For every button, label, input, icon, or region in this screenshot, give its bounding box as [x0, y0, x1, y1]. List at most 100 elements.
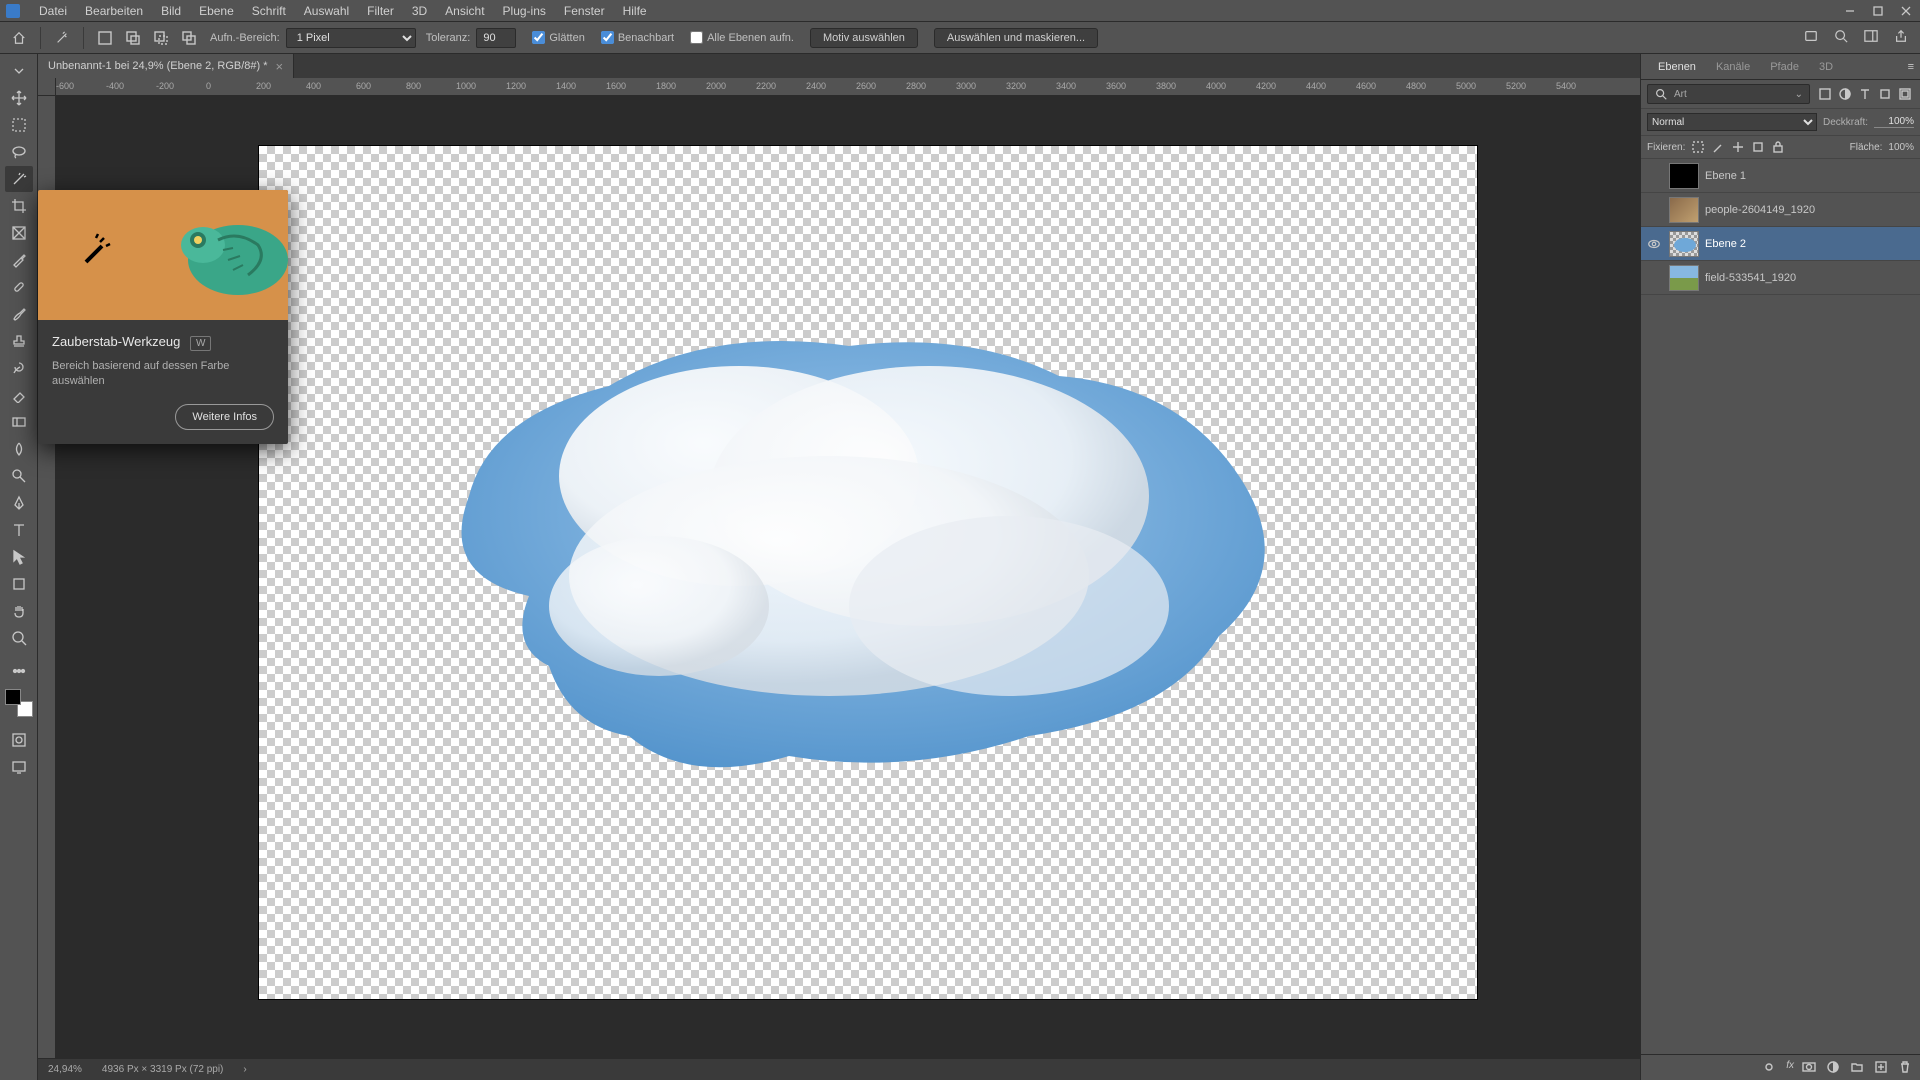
menu-hilfe[interactable]: Hilfe: [614, 0, 656, 22]
layer-fx-icon[interactable]: fx: [1786, 1060, 1794, 1076]
selection-subtract-icon[interactable]: [150, 27, 172, 49]
opacity-value[interactable]: 100%: [1874, 116, 1914, 128]
crop-tool[interactable]: [5, 193, 33, 219]
gradient-tool[interactable]: [5, 409, 33, 435]
tab-kanaele[interactable]: Kanäle: [1707, 57, 1759, 77]
marquee-tool[interactable]: [5, 112, 33, 138]
menu-ansicht[interactable]: Ansicht: [436, 0, 493, 22]
visibility-toggle[interactable]: [1645, 237, 1663, 251]
all-layers-checkbox[interactable]: [690, 31, 703, 44]
canvas[interactable]: [56, 96, 1640, 1058]
ruler-horizontal[interactable]: -600-400-2000200400600800100012001400160…: [56, 78, 1640, 96]
layer-name[interactable]: field-533541_1920: [1705, 272, 1796, 284]
selection-intersect-icon[interactable]: [178, 27, 200, 49]
layer-row[interactable]: Ebene 2: [1641, 227, 1920, 261]
zoom-display[interactable]: 24,94%: [48, 1064, 82, 1075]
tab-pfade[interactable]: Pfade: [1761, 57, 1808, 77]
filter-type-icon[interactable]: [1856, 85, 1874, 103]
menu-3d[interactable]: 3D: [403, 0, 436, 22]
menu-fenster[interactable]: Fenster: [555, 0, 614, 22]
stamp-tool[interactable]: [5, 328, 33, 354]
lock-all-icon[interactable]: [1771, 140, 1785, 154]
lock-position-icon[interactable]: [1731, 140, 1745, 154]
path-selection-tool[interactable]: [5, 544, 33, 570]
type-tool[interactable]: [5, 517, 33, 543]
tab-ebenen[interactable]: Ebenen: [1649, 57, 1705, 77]
layer-name[interactable]: Ebene 2: [1705, 238, 1746, 250]
tooltip-more-button[interactable]: Weitere Infos: [175, 404, 274, 430]
move-tool[interactable]: [5, 85, 33, 111]
filter-adjustment-icon[interactable]: [1836, 85, 1854, 103]
foreground-color[interactable]: [5, 689, 21, 705]
brush-tool[interactable]: [5, 301, 33, 327]
lock-transparency-icon[interactable]: [1691, 140, 1705, 154]
layer-row[interactable]: people-2604149_1920: [1641, 193, 1920, 227]
panel-menu-icon[interactable]: ≡: [1902, 61, 1920, 73]
maximize-button[interactable]: [1864, 0, 1892, 22]
eyedropper-tool[interactable]: [5, 247, 33, 273]
pen-tool[interactable]: [5, 490, 33, 516]
workspace-icon[interactable]: [1864, 29, 1882, 47]
layer-search[interactable]: Art ⌄: [1647, 84, 1810, 104]
shape-tool[interactable]: [5, 571, 33, 597]
home-button[interactable]: [8, 27, 30, 49]
antialias-checkbox[interactable]: [532, 31, 545, 44]
menu-datei[interactable]: Datei: [30, 0, 76, 22]
zoom-tool[interactable]: [5, 625, 33, 651]
edit-toolbar-icon[interactable]: [5, 658, 33, 684]
menu-auswahl[interactable]: Auswahl: [295, 0, 358, 22]
fill-value[interactable]: 100%: [1888, 142, 1914, 153]
collapse-icon[interactable]: [5, 58, 33, 84]
blend-mode-select[interactable]: Normal: [1647, 113, 1817, 131]
eraser-tool[interactable]: [5, 382, 33, 408]
new-layer-icon[interactable]: [1874, 1060, 1890, 1076]
layer-row[interactable]: field-533541_1920: [1641, 261, 1920, 295]
document-tab[interactable]: Unbenannt-1 bei 24,9% (Ebene 2, RGB/8#) …: [38, 54, 294, 78]
close-button[interactable]: [1892, 0, 1920, 22]
delete-layer-icon[interactable]: [1898, 1060, 1914, 1076]
current-tool-icon[interactable]: [51, 27, 73, 49]
color-picker[interactable]: [5, 689, 33, 717]
minimize-button[interactable]: [1836, 0, 1864, 22]
layer-mask-icon[interactable]: [1802, 1060, 1818, 1076]
artboard[interactable]: [258, 145, 1478, 1000]
quickmask-tool[interactable]: [5, 727, 33, 753]
frame-tool[interactable]: [5, 220, 33, 246]
layer-name[interactable]: Ebene 1: [1705, 170, 1746, 182]
lock-pixels-icon[interactable]: [1711, 140, 1725, 154]
sample-size-select[interactable]: 1 Pixel: [286, 28, 416, 48]
hand-tool[interactable]: [5, 598, 33, 624]
group-layers-icon[interactable]: [1850, 1060, 1866, 1076]
menu-filter[interactable]: Filter: [358, 0, 403, 22]
menu-bearbeiten[interactable]: Bearbeiten: [76, 0, 152, 22]
blur-tool[interactable]: [5, 436, 33, 462]
menu-schrift[interactable]: Schrift: [243, 0, 295, 22]
lasso-tool[interactable]: [5, 139, 33, 165]
selection-add-icon[interactable]: [122, 27, 144, 49]
select-and-mask-button[interactable]: Auswählen und maskieren...: [934, 28, 1098, 48]
select-subject-button[interactable]: Motiv auswählen: [810, 28, 918, 48]
tolerance-input[interactable]: [476, 28, 516, 48]
magic-wand-tool[interactable]: [5, 166, 33, 192]
layer-row[interactable]: Ebene 1: [1641, 159, 1920, 193]
screenmode-tool[interactable]: [5, 754, 33, 780]
filter-smart-icon[interactable]: [1896, 85, 1914, 103]
lock-artboard-icon[interactable]: [1751, 140, 1765, 154]
layer-name[interactable]: people-2604149_1920: [1705, 204, 1815, 216]
dodge-tool[interactable]: [5, 463, 33, 489]
filter-shape-icon[interactable]: [1876, 85, 1894, 103]
status-arrow-icon[interactable]: ›: [243, 1064, 246, 1075]
menu-ebene[interactable]: Ebene: [190, 0, 243, 22]
tab-3d[interactable]: 3D: [1810, 57, 1842, 77]
healing-tool[interactable]: [5, 274, 33, 300]
close-tab-icon[interactable]: ×: [276, 59, 284, 74]
menu-bild[interactable]: Bild: [152, 0, 190, 22]
adjustment-layer-icon[interactable]: [1826, 1060, 1842, 1076]
history-brush-tool[interactable]: [5, 355, 33, 381]
link-layers-icon[interactable]: [1762, 1060, 1778, 1076]
share-icon[interactable]: [1894, 29, 1912, 47]
menu-plugins[interactable]: Plug-ins: [494, 0, 555, 22]
search-icon[interactable]: [1834, 29, 1852, 47]
contiguous-checkbox[interactable]: [601, 31, 614, 44]
cloud-docs-icon[interactable]: [1804, 29, 1822, 47]
